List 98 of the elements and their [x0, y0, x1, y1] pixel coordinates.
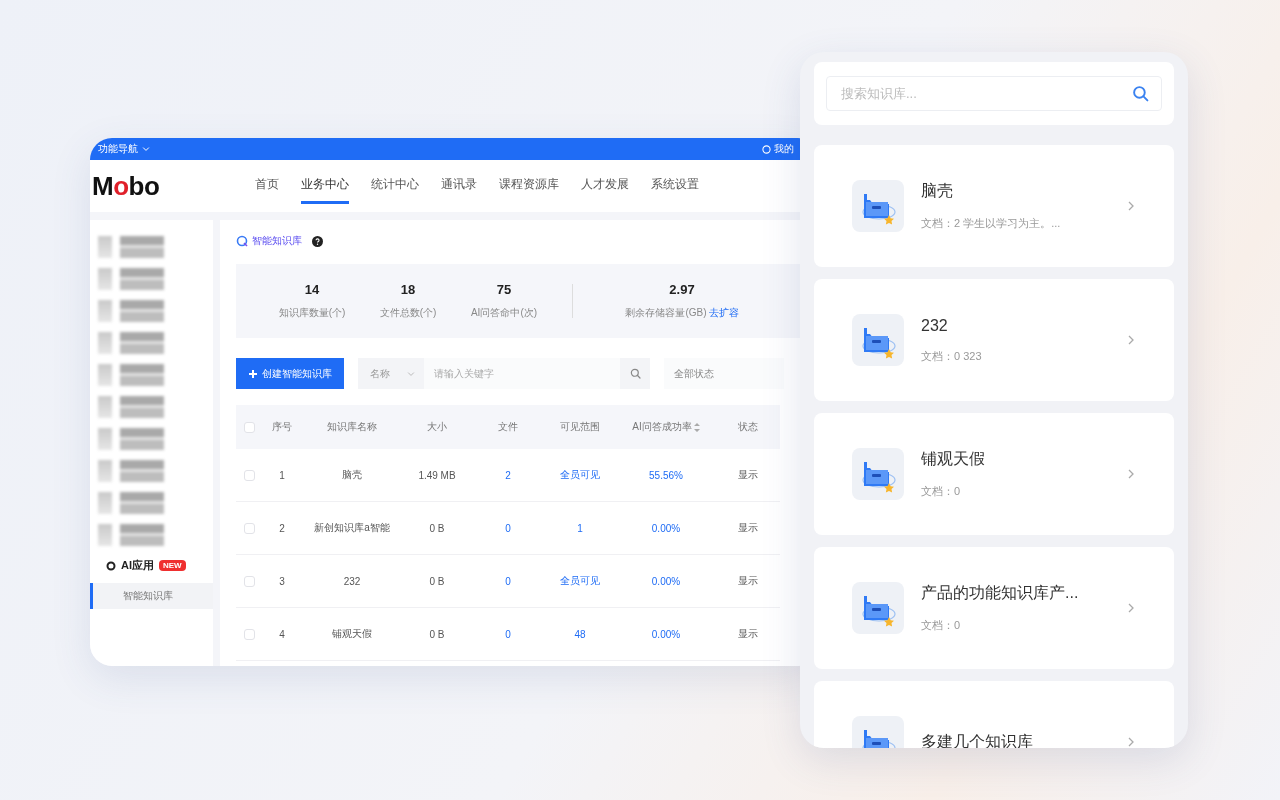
- expand-link[interactable]: 去扩容: [708, 306, 739, 320]
- blurred-menu-item-drawing: [98, 460, 164, 482]
- ring-icon: [106, 560, 116, 571]
- checkbox[interactable]: [243, 575, 255, 587]
- blurred-menu-item-drawing: [98, 428, 164, 450]
- card-title: 产品的功能知识库产...: [921, 583, 1080, 603]
- sidebar-item[interactable]: 智能知识库: [90, 583, 213, 609]
- stat-value: 18: [400, 282, 416, 297]
- blurred-menu-item-drawing: [98, 236, 164, 258]
- knowledge-card[interactable]: 铺观天假 文档：0: [814, 413, 1174, 535]
- column-header: 状态: [716, 405, 780, 449]
- table-cell: 2: [472, 449, 544, 502]
- table-cell: 脑壳: [302, 449, 402, 502]
- column-header: 可见范围: [544, 405, 616, 449]
- checkbox[interactable]: [243, 628, 255, 640]
- page-title: 智能知识库: [252, 234, 302, 248]
- blurred-menu-item-drawing: [98, 300, 164, 322]
- stat-label: 知识库数量(个): [278, 306, 346, 320]
- column-header: 大小: [402, 405, 472, 449]
- stat-value: 2.97: [669, 282, 695, 297]
- card-description: 文档：2 学生以学习为主。...: [921, 216, 1062, 231]
- checkbox[interactable]: [243, 421, 255, 433]
- nav-tab[interactable]: 业务中心: [301, 168, 349, 204]
- nav-tab[interactable]: 系统设置: [651, 168, 699, 204]
- card-description: 文档：0 323: [921, 348, 983, 364]
- table-cell: 1: [262, 449, 302, 502]
- knowledge-search-field[interactable]: 搜索知识库...: [826, 76, 1162, 111]
- plus-icon: [248, 368, 258, 379]
- blurred-menu-item-drawing: [98, 524, 164, 546]
- search-button[interactable]: [620, 358, 650, 389]
- table-cell: 4: [262, 608, 302, 661]
- table-cell: 显示: [716, 608, 780, 661]
- knowledge-card[interactable]: 脑壳 文档：2 学生以学习为主。...: [814, 145, 1174, 267]
- nav-tab[interactable]: 首页: [255, 168, 279, 204]
- stat-label: AI问答命中(次): [470, 306, 538, 320]
- logo: Mobo: [92, 170, 161, 202]
- blurred-menu-item-drawing: [98, 268, 164, 290]
- caret-icon: [141, 144, 151, 154]
- blurred-menu-item-drawing: [98, 492, 164, 514]
- table-cell: 2: [262, 502, 302, 555]
- menu-group-label[interactable]: AI应用: [121, 558, 154, 573]
- table-cell: 显示: [716, 502, 780, 555]
- sort-icon[interactable]: [693, 422, 700, 432]
- table-cell: 显示: [716, 555, 780, 608]
- status-select[interactable]: 全部状态: [664, 358, 784, 389]
- table-cell: 0: [472, 502, 544, 555]
- stat-label: 文件总数(个): [379, 306, 437, 320]
- card-title: 232: [921, 316, 949, 335]
- blurred-menu-item-drawing: [98, 332, 164, 354]
- stat-label: 剩余存储容量(GB): [625, 306, 707, 320]
- table-cell: 0 B: [402, 502, 472, 555]
- table-cell: 0 B: [402, 555, 472, 608]
- table-cell: 新创知识库a智能: [302, 502, 402, 555]
- table-cell: 全员可见: [544, 555, 616, 608]
- column-header[interactable]: AI问答成功率: [616, 405, 716, 449]
- table-cell: 48: [544, 608, 616, 661]
- nav-tab[interactable]: 课程资源库: [499, 168, 559, 204]
- new-badge: NEW: [159, 560, 186, 571]
- menu-label[interactable]: 功能导航: [98, 142, 138, 156]
- table-cell: 1.49 MB: [402, 449, 472, 502]
- search-field[interactable]: 请输入关键字: [424, 358, 620, 389]
- user-label[interactable]: 我的: [774, 142, 794, 156]
- table-cell: 0: [472, 555, 544, 608]
- table-cell: 3: [262, 555, 302, 608]
- knowledge-card[interactable]: 产品的功能知识库产... 文档：0: [814, 547, 1174, 669]
- search-icon: [1132, 85, 1149, 102]
- card-description: 文档：0: [921, 618, 962, 633]
- nav-tab[interactable]: 人才发展: [581, 168, 629, 204]
- stat-value: 75: [496, 282, 512, 297]
- blurred-menu-item-drawing: [98, 364, 164, 386]
- table-cell: 1: [544, 502, 616, 555]
- table-cell: 0.00%: [616, 555, 716, 608]
- column-header: 文件: [472, 405, 544, 449]
- blurred-menu-item-drawing: [98, 396, 164, 418]
- card-title: 脑壳: [921, 181, 954, 201]
- table-cell: 0.00%: [616, 608, 716, 661]
- table-cell: 232: [302, 555, 402, 608]
- checkbox[interactable]: [243, 469, 255, 481]
- table-cell: 0.00%: [616, 502, 716, 555]
- search-input[interactable]: 搜索知识库...: [839, 85, 1089, 102]
- checkbox[interactable]: [243, 522, 255, 534]
- knowledge-card[interactable]: 232 文档：0 323: [814, 279, 1174, 401]
- card-description: 文档：0: [921, 484, 962, 499]
- nav-tab[interactable]: 通讯录: [441, 168, 477, 204]
- column-header: 知识库名称: [302, 405, 402, 449]
- card-title: 铺观天假: [921, 449, 986, 469]
- search-icon: [629, 368, 641, 379]
- stat-value: 14: [304, 282, 320, 297]
- table-cell: 全员可见: [544, 449, 616, 502]
- create-button[interactable]: 创建智能知识库: [236, 358, 344, 389]
- table-cell: 铺观天假: [302, 608, 402, 661]
- nav-tab[interactable]: 统计中心: [371, 168, 419, 204]
- table-cell: 0 B: [402, 608, 472, 661]
- table-cell: 0: [472, 608, 544, 661]
- column-header: 序号: [262, 405, 302, 449]
- help-icon[interactable]: [312, 235, 323, 247]
- table-cell: 55.56%: [616, 449, 716, 502]
- table-cell: 显示: [716, 449, 780, 502]
